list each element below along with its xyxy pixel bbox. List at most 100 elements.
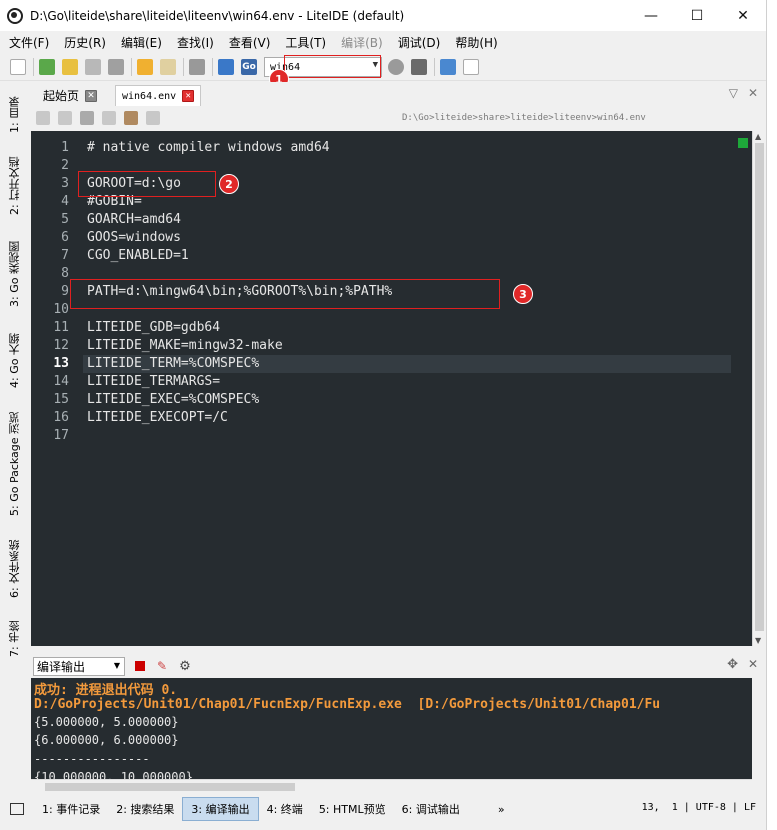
line-number-gutter: 1 2 3 4 5 6 7 8 9 10 11 12 13 14 15 16 17 [31, 131, 83, 646]
side-tab-filesystem[interactable]: 6: 文件系统 [4, 532, 26, 606]
side-tab-bookmarks[interactable]: 7: 书签 [4, 616, 26, 662]
code-line[interactable]: LITEIDE_TERM=%COMSPEC% [87, 356, 259, 371]
back-icon[interactable] [137, 59, 153, 75]
menu-edit[interactable]: 编辑(E) [121, 34, 162, 51]
clear-icon[interactable]: ✎ [157, 659, 167, 673]
scrollbar-thumb[interactable] [755, 143, 764, 631]
tab-welcome-label: 起始页 [43, 89, 80, 103]
code-line[interactable]: LITEIDE_TERMARGS= [87, 374, 220, 389]
code-line[interactable]: LITEIDE_EXEC=%COMSPEC% [87, 392, 259, 407]
menu-view[interactable]: 查看(V) [229, 34, 271, 51]
output-select-value: 编译输出 [37, 659, 86, 674]
scroll-up-icon[interactable]: ▲ [755, 132, 761, 141]
paste-icon[interactable] [124, 111, 138, 125]
output-horizontal-scrollbar[interactable] [31, 779, 752, 793]
editor-vertical-scrollbar[interactable]: ▲ ▼ [752, 131, 766, 646]
scrollbar-thumb[interactable] [45, 783, 295, 791]
line-number: 16 [53, 410, 69, 425]
output-line: 成功: 进程退出代码 0. [34, 683, 178, 698]
gear-icon[interactable]: ⚙ [179, 659, 191, 674]
code-line[interactable]: GOOS=windows [87, 230, 181, 245]
output-vertical-scrollbar[interactable] [752, 678, 766, 779]
build-output[interactable]: {10.000000, 10.000000} ---------------- {6… [31, 678, 766, 779]
output-select[interactable]: 编译输出 ▼ [33, 656, 125, 676]
stop-icon[interactable] [135, 661, 145, 671]
menu-help[interactable]: 帮助(H) [455, 34, 497, 51]
annotation-box-path [70, 279, 500, 309]
tools-icon[interactable] [189, 59, 205, 75]
reload-env-icon[interactable] [388, 59, 404, 75]
main-toolbar: Go win64 ▼ [0, 54, 766, 81]
more-tabs-icon[interactable]: » [498, 803, 505, 816]
save-all-icon[interactable] [108, 59, 124, 75]
menu-bar: 文件(F) 历史(R) 编辑(E) 查找(I) 查看(V) 工具(T) 编译(B… [0, 31, 766, 53]
status-tab-events[interactable]: 1: 事件记录 [34, 798, 108, 820]
side-tab-go-outline[interactable]: 4: Go 大纲 [4, 326, 26, 396]
output-line: D:/GoProjects/Unit01/Chap01/FucnExp/Fucn… [34, 697, 661, 712]
undo-icon[interactable] [36, 111, 50, 125]
toolbar-separator [131, 58, 132, 76]
new-file-icon[interactable] [10, 59, 26, 75]
cut-icon[interactable] [80, 111, 94, 125]
side-tab-go-classview[interactable]: 3: Go 类视图 [4, 234, 26, 314]
float-panel-icon[interactable]: ✥ [727, 657, 738, 672]
edit-env-icon[interactable] [411, 59, 427, 75]
status-tab-debug-output[interactable]: 6: 调试输出 [394, 798, 468, 820]
close-icon[interactable]: ✕ [85, 89, 98, 102]
lock-icon[interactable] [146, 111, 160, 125]
code-line[interactable]: LITEIDE_GDB=gdb64 [87, 320, 220, 335]
menu-tools[interactable]: 工具(T) [285, 34, 326, 51]
status-tab-terminal[interactable]: 4: 终端 [259, 798, 311, 820]
toolbar-separator [183, 58, 184, 76]
tab-file-label: win64.env [122, 90, 177, 102]
tab-list-chevron-icon[interactable]: ▽ [729, 86, 738, 100]
forward-icon[interactable] [160, 59, 176, 75]
toolbar-separator [434, 58, 435, 76]
tab-win64-env[interactable]: win64.env ✕ [115, 85, 202, 106]
line-number: 9 [61, 284, 69, 299]
maximize-button[interactable]: ☐ [674, 0, 720, 31]
open-folder-icon[interactable] [62, 59, 78, 75]
code-line[interactable]: CGO_ENABLED=1 [87, 248, 189, 263]
close-button[interactable]: ✕ [720, 0, 766, 31]
line-number: 12 [53, 338, 69, 353]
go-env-icon[interactable]: Go [241, 59, 257, 75]
tab-welcome[interactable]: 起始页 ✕ [37, 85, 103, 106]
code-line[interactable]: LITEIDE_EXECOPT=/C [87, 410, 228, 425]
open-file-icon[interactable] [39, 59, 55, 75]
menu-file[interactable]: 文件(F) [9, 34, 49, 51]
menu-history[interactable]: 历史(R) [64, 34, 106, 51]
close-panel-icon[interactable]: ✕ [748, 657, 758, 671]
copy-icon[interactable] [102, 111, 116, 125]
code-editor[interactable]: 1 2 3 4 5 6 7 8 9 10 11 12 13 14 15 16 17 # native compi… [31, 131, 766, 646]
menu-debug[interactable]: 调试(D) [398, 34, 441, 51]
menu-find[interactable]: 查找(I) [177, 34, 214, 51]
status-tab-search[interactable]: 2: 搜索结果 [108, 798, 182, 820]
line-number: 13 [53, 356, 69, 371]
file-path-breadcrumb: D:\Go>liteide>share>liteide>liteenv>win6… [402, 113, 646, 123]
scroll-down-icon[interactable]: ▼ [755, 636, 761, 645]
code-line[interactable]: GOARCH=amd64 [87, 212, 181, 227]
close-all-icon[interactable]: ✕ [748, 86, 758, 100]
redo-icon[interactable] [58, 111, 72, 125]
line-number: 8 [61, 266, 69, 281]
line-number: 10 [53, 302, 69, 317]
close-icon[interactable]: ✕ [182, 90, 195, 102]
status-tab-html-preview[interactable]: 5: HTML预览 [311, 798, 394, 820]
background-window-edge [766, 0, 777, 830]
side-tab-open-docs[interactable]: 2: 打开文档 [4, 150, 26, 222]
output-panel-header: 编译输出 ▼ ✎ ⚙ ✥ ✕ [31, 655, 766, 677]
side-tab-go-package[interactable]: 5: Go Package 浏览 [4, 406, 26, 522]
menu-build[interactable]: 编译(B) [341, 34, 383, 51]
toggle-sidebar-icon[interactable] [10, 803, 24, 815]
minimize-button[interactable]: — [628, 0, 674, 31]
code-line[interactable]: LITEIDE_MAKE=mingw32-make [87, 338, 283, 353]
settings-gear-icon[interactable] [440, 59, 456, 75]
side-tab-directory[interactable]: 1: 目录 [4, 92, 26, 138]
save-icon[interactable] [85, 59, 101, 75]
line-number: 1 [61, 140, 69, 155]
status-tab-build-output[interactable]: 3: 编译输出 [182, 797, 259, 821]
home-icon[interactable] [218, 59, 234, 75]
blank-tool-icon[interactable] [463, 59, 479, 75]
code-line[interactable]: # native compiler windows amd64 [87, 140, 330, 155]
